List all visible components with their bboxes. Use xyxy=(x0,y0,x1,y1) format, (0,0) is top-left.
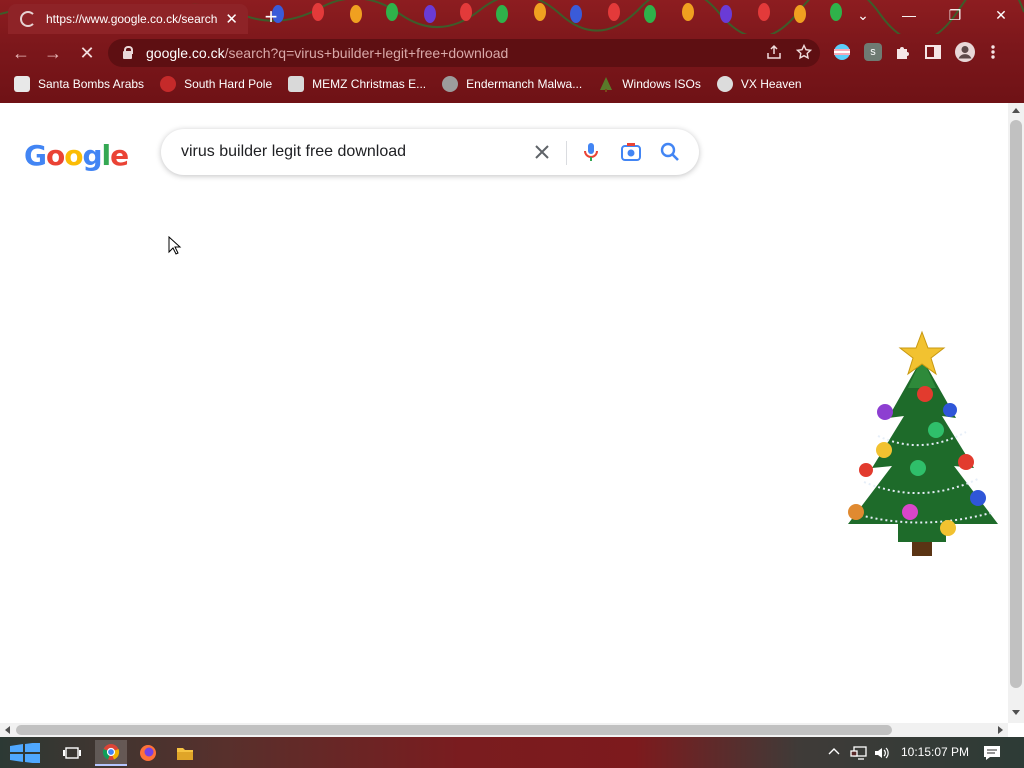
chrome-icon[interactable] xyxy=(95,740,127,766)
omnibox-actions xyxy=(766,44,812,60)
santa-icon xyxy=(14,76,30,92)
scroll-right-arrow-icon[interactable] xyxy=(996,726,1004,734)
search-icon[interactable] xyxy=(658,140,682,164)
browser-tab-active[interactable]: https://www.google.co.ck/search?q=virus+… xyxy=(8,4,248,34)
s-extension-icon[interactable]: s xyxy=(864,43,882,61)
raccoon-icon xyxy=(442,76,459,92)
search-box[interactable]: virus builder legit free download xyxy=(161,129,699,175)
profile-icon[interactable] xyxy=(954,41,976,63)
forward-button[interactable]: → xyxy=(40,40,66,66)
taskbar-clock[interactable]: 10:15:07 PM xyxy=(901,745,969,759)
restore-button[interactable]: ❐ xyxy=(932,4,978,26)
scroll-left-arrow-icon[interactable] xyxy=(4,726,12,734)
lock-icon[interactable] xyxy=(120,45,136,61)
bookmark-santa-bombs-arabs[interactable]: Santa Bombs Arabs xyxy=(14,76,144,92)
bookmark-windows-isos[interactable]: Windows ISOs xyxy=(598,76,701,92)
tab-search-button[interactable]: ⌄ xyxy=(840,4,886,26)
vx-icon xyxy=(716,76,733,92)
logo-letter: o xyxy=(64,139,83,172)
clear-icon[interactable] xyxy=(530,140,554,164)
address-bar[interactable]: google.co.ck/search?q=virus+builder+legi… xyxy=(108,39,820,67)
scroll-down-arrow-icon[interactable] xyxy=(1012,708,1020,716)
logo-letter: e xyxy=(110,139,129,172)
bookmark-label: South Hard Pole xyxy=(184,77,273,91)
minimize-button[interactable]: — xyxy=(886,4,932,26)
screen: https://www.google.co.ck/search?q=virus+… xyxy=(0,0,1024,768)
side-panel-icon[interactable] xyxy=(924,43,942,61)
microphone-icon[interactable] xyxy=(579,140,603,164)
new-tab-button[interactable]: + xyxy=(259,6,283,30)
loading-spinner-icon xyxy=(20,11,36,27)
bookmark-label: VX Heaven xyxy=(740,77,802,91)
tree-icon xyxy=(600,77,613,92)
volume-icon[interactable] xyxy=(873,745,891,761)
extension-toolbar: s xyxy=(832,41,998,63)
christmas-tree-decoration xyxy=(848,330,998,556)
camera-icon[interactable] xyxy=(619,140,643,164)
snowflake-icon xyxy=(160,76,177,92)
close-window-button[interactable]: ✕ xyxy=(978,4,1024,26)
vertical-scroll-thumb[interactable] xyxy=(1010,120,1022,688)
file-explorer-icon[interactable] xyxy=(169,740,201,766)
url-path: /search?q=virus+builder+legit+free+downl… xyxy=(224,45,509,61)
bookmark-label: Santa Bombs Arabs xyxy=(38,77,145,91)
taskbar xyxy=(0,737,1024,768)
bookmark-south-hard-pole[interactable]: South Hard Pole xyxy=(160,76,272,92)
scroll-up-arrow-icon[interactable] xyxy=(1012,107,1020,115)
horizontal-scroll-thumb[interactable] xyxy=(16,725,892,735)
address-url: google.co.ck/search?q=virus+builder+legi… xyxy=(146,45,508,61)
memz-icon xyxy=(288,76,305,92)
tab-close-icon[interactable]: ✕ xyxy=(225,12,238,27)
bookmark-memz-christmas[interactable]: MEMZ Christmas E... xyxy=(288,76,426,92)
logo-letter: g xyxy=(82,139,102,172)
tab-title: https://www.google.co.ck/search?q=virus+… xyxy=(46,12,218,26)
chevron-up-icon[interactable] xyxy=(828,746,840,756)
flag-extension-icon[interactable] xyxy=(832,42,852,62)
bookmark-endermanch-malware[interactable]: Endermanch Malwa... xyxy=(442,76,582,92)
menu-icon[interactable] xyxy=(988,43,998,61)
bookmark-vx-heaven[interactable]: VX Heaven xyxy=(716,76,802,92)
browser-frame: https://www.google.co.ck/search?q=virus+… xyxy=(0,0,1024,103)
bookmark-label: Endermanch Malwa... xyxy=(466,77,583,91)
task-view-icon[interactable] xyxy=(56,740,88,766)
back-button[interactable]: ← xyxy=(8,40,34,66)
logo-letter: G xyxy=(24,139,47,172)
stop-loading-button[interactable]: ✕ xyxy=(74,40,100,66)
network-icon[interactable] xyxy=(850,745,868,761)
bookmarks-bar: Santa Bombs Arabs South Hard Pole MEMZ C… xyxy=(0,70,1024,98)
search-divider xyxy=(566,141,567,165)
bookmark-star-icon[interactable] xyxy=(796,44,812,60)
puzzle-icon[interactable] xyxy=(894,43,912,61)
logo-letter: l xyxy=(101,139,112,172)
notification-icon[interactable] xyxy=(983,745,1001,761)
mouse-cursor-icon xyxy=(168,236,182,255)
firefox-icon[interactable] xyxy=(132,740,164,766)
bookmark-label: MEMZ Christmas E... xyxy=(312,77,427,91)
search-input[interactable]: virus builder legit free download xyxy=(181,143,406,161)
google-logo[interactable]: Google xyxy=(24,139,129,172)
start-icon[interactable] xyxy=(8,743,42,763)
url-host: google.co.ck xyxy=(146,45,225,61)
share-icon[interactable] xyxy=(766,44,782,60)
bookmark-label: Windows ISOs xyxy=(622,77,701,91)
logo-letter: o xyxy=(45,139,65,172)
